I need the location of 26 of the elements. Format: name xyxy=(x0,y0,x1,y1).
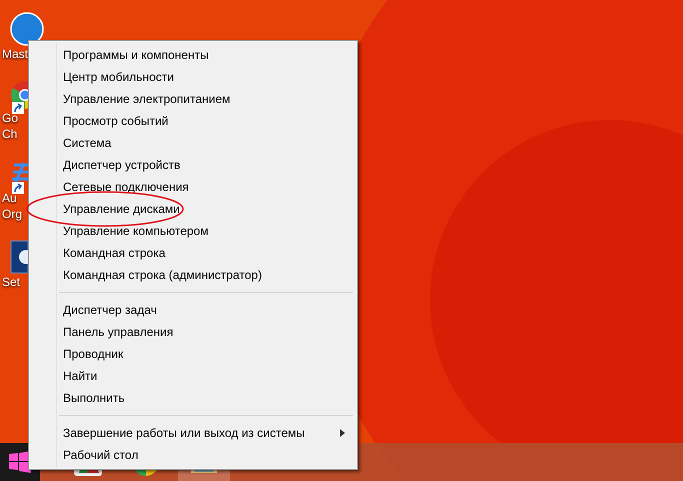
menu-item[interactable]: Панель управления xyxy=(29,321,357,343)
menu-item[interactable]: Проводник xyxy=(29,343,357,365)
desktop-icon-label[interactable]: Mast xyxy=(2,46,28,62)
menu-item[interactable]: Командная строка (администратор) xyxy=(29,264,357,286)
menu-item[interactable]: Система xyxy=(29,132,357,154)
desktop-icon-label[interactable]: Au xyxy=(2,190,17,206)
menu-item[interactable]: Найти xyxy=(29,365,357,387)
submenu-arrow-icon xyxy=(340,429,345,437)
menu-item[interactable]: Управление электропитанием xyxy=(29,88,357,110)
menu-item[interactable]: Диспетчер задач xyxy=(29,299,357,321)
menu-item[interactable]: Командная строка xyxy=(29,242,357,264)
menu-item[interactable]: Центр мобильности xyxy=(29,66,357,88)
desktop-icon-label[interactable]: Ch xyxy=(2,126,18,142)
desktop-icon-label[interactable]: Org xyxy=(2,206,22,222)
menu-item[interactable]: Завершение работы или выход из системы xyxy=(29,422,357,444)
round-app-icon xyxy=(10,12,44,46)
menu-item[interactable]: Просмотр событий xyxy=(29,110,357,132)
desktop-icon-label[interactable]: Set xyxy=(2,274,20,290)
menu-item[interactable]: Управление дисками xyxy=(29,198,357,220)
menu-item[interactable]: Сетевые подключения xyxy=(29,176,357,198)
menu-item[interactable]: Диспетчер устройств xyxy=(29,154,357,176)
menu-item[interactable]: Управление компьютером xyxy=(29,220,357,242)
menu-item[interactable]: Программы и компоненты xyxy=(29,44,357,66)
desktop-icon-label[interactable]: Go xyxy=(2,110,18,126)
menu-item[interactable]: Рабочий стол xyxy=(29,444,357,466)
menu-item[interactable]: Выполнить xyxy=(29,387,357,409)
